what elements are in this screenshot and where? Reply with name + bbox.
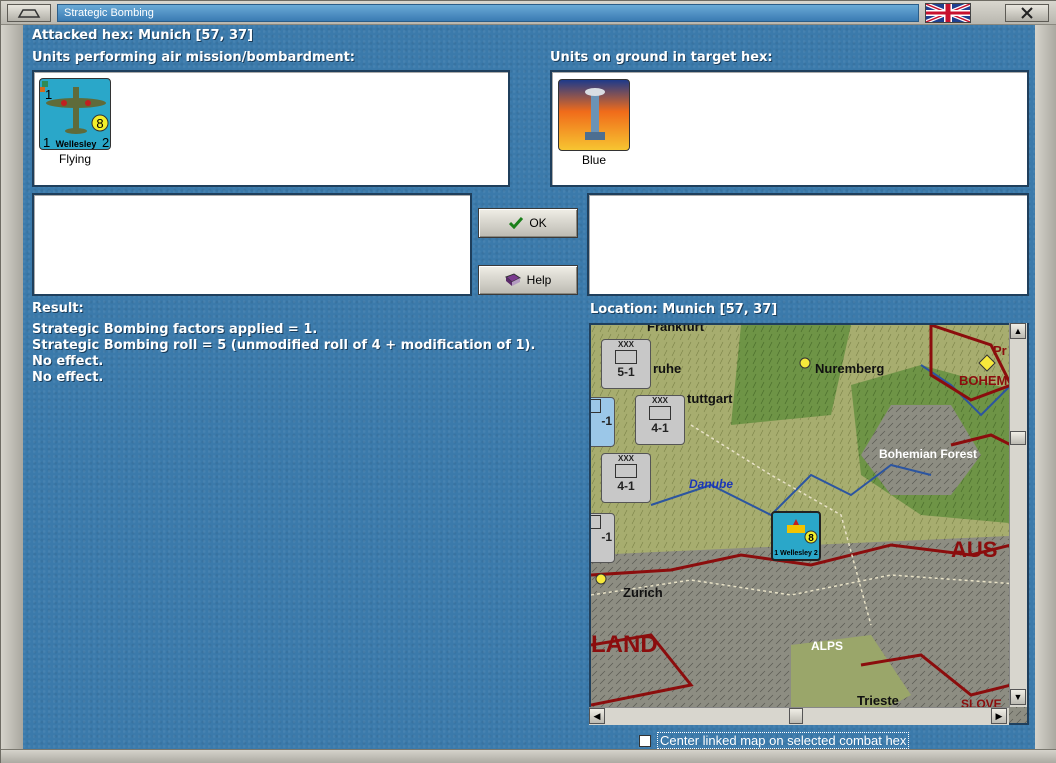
ground-target-counter[interactable] bbox=[558, 79, 630, 151]
infantry-icon bbox=[591, 515, 601, 529]
infantry-icon bbox=[591, 399, 601, 413]
map-counter-value: 4-1 bbox=[651, 421, 669, 435]
attacker-name: Wellesley bbox=[56, 139, 97, 149]
map-label-stuttgart: tuttgart bbox=[687, 391, 733, 406]
map-bomber-name: 1 Wellesley 2 bbox=[774, 550, 818, 557]
defender-unit-card[interactable]: Blue bbox=[558, 79, 630, 167]
close-icon bbox=[1021, 7, 1033, 19]
ok-button[interactable]: OK bbox=[478, 208, 578, 238]
attacker-status: Flying bbox=[58, 152, 91, 166]
dialog-content: Attacked hex: Munich [57, 37] Units perf… bbox=[23, 25, 1035, 749]
center-map-checkbox-label[interactable]: Center linked map on selected combat hex bbox=[657, 732, 910, 749]
map-unit-counter[interactable]: -1 bbox=[591, 513, 615, 563]
infantry-icon bbox=[615, 350, 637, 364]
map-counter-size: XXX bbox=[617, 340, 634, 349]
help-button-label: Help bbox=[526, 273, 552, 287]
map-counter-size: XXX bbox=[617, 454, 634, 463]
right-frame-strip bbox=[1035, 25, 1056, 749]
wellesley-counter[interactable]: 8 1 1 2 Wellesley bbox=[39, 78, 111, 150]
attackers-label: Units performing air mission/bombardment… bbox=[32, 50, 356, 65]
map-unit-counter[interactable]: -1 bbox=[591, 397, 615, 447]
scroll-right-button[interactable]: ▶ bbox=[991, 708, 1007, 724]
result-line: Strategic Bombing factors applied = 1. bbox=[32, 322, 318, 337]
map-vertical-scrollbar[interactable]: ▲ ▼ bbox=[1009, 323, 1027, 707]
help-book-icon bbox=[504, 273, 521, 286]
scroll-down-button[interactable]: ▼ bbox=[1010, 689, 1026, 705]
vertical-scroll-thumb[interactable] bbox=[1010, 431, 1026, 445]
map-label-alps: ALPS bbox=[811, 639, 844, 653]
map-label-zurich: Zurich bbox=[623, 585, 663, 600]
map-counter-value: -1 bbox=[601, 414, 612, 428]
window-frame: Strategic Bombing Attacked hex: Munich [… bbox=[0, 0, 1056, 763]
defender-caption: Blue bbox=[581, 153, 607, 167]
map-label-frankfurt: Frankfurt bbox=[647, 323, 705, 334]
map-horizontal-scrollbar[interactable]: ◀ ▶ bbox=[589, 707, 1009, 725]
window-title: Strategic Bombing bbox=[57, 4, 919, 22]
map-counter-value: 4-1 bbox=[617, 479, 635, 493]
attacker-top: 1 bbox=[45, 87, 52, 102]
left-frame-strip bbox=[1, 25, 23, 749]
attacker-unit-card[interactable]: 8 1 1 2 Wellesley Flying bbox=[39, 78, 111, 166]
map-bomber-counter[interactable]: 8 1 Wellesley 2 bbox=[771, 511, 821, 561]
title-bar[interactable]: Strategic Bombing bbox=[1, 1, 1056, 25]
defender-message-panel bbox=[587, 193, 1029, 296]
result-line: Strategic Bombing roll = 5 (unmodified r… bbox=[32, 338, 536, 353]
checkmark-icon bbox=[509, 217, 524, 229]
help-button[interactable]: Help bbox=[478, 265, 578, 295]
map-label-prague: Pr bbox=[993, 343, 1007, 358]
map-label-ruhe: ruhe bbox=[653, 361, 682, 376]
map-label-danube: Danube bbox=[689, 477, 734, 491]
map-counter-value: -1 bbox=[601, 530, 612, 544]
uk-flag-icon bbox=[925, 2, 971, 24]
location-label: Location: Munich [57, 37] bbox=[590, 302, 778, 317]
infantry-icon bbox=[649, 406, 671, 420]
bomber-aircraft-icon: 8 1 Wellesley 2 bbox=[774, 519, 818, 557]
defenders-panel: Blue bbox=[550, 70, 1029, 187]
attackers-panel: 8 1 1 2 Wellesley Flying bbox=[32, 70, 510, 187]
infantry-icon bbox=[615, 464, 637, 478]
attacker-strength: 8 bbox=[96, 116, 103, 131]
scroll-up-button[interactable]: ▲ bbox=[1010, 323, 1026, 339]
ok-button-label: OK bbox=[529, 216, 547, 230]
attacker-left: 1 bbox=[43, 135, 50, 150]
defenders-label: Units on ground in target hex: bbox=[550, 50, 773, 65]
bomber-aircraft-icon: 8 1 1 2 Wellesley bbox=[40, 81, 109, 150]
horizontal-scroll-thumb[interactable] bbox=[789, 708, 803, 724]
map-label-bohemia: BOHEM bbox=[959, 373, 1008, 388]
location-map[interactable]: Frankfurt ruhe tuttgart Nuremberg Bohemi… bbox=[589, 323, 1029, 725]
center-map-checkbox[interactable] bbox=[639, 734, 651, 747]
map-label-bohemian-forest: Bohemian Forest bbox=[879, 447, 978, 461]
close-button[interactable] bbox=[1005, 4, 1049, 22]
factory-icon bbox=[585, 88, 605, 140]
minimize-button[interactable] bbox=[7, 4, 51, 22]
result-line: No effect. bbox=[32, 370, 104, 385]
map-bomber-strength: 8 bbox=[808, 533, 814, 544]
map-label-nuremberg: Nuremberg bbox=[815, 361, 885, 376]
result-text: Strategic Bombing factors applied = 1. S… bbox=[32, 322, 535, 386]
result-label: Result: bbox=[32, 301, 84, 316]
bottom-frame-strip bbox=[1, 749, 1056, 763]
map-unit-counter[interactable]: XXX 4-1 bbox=[601, 453, 651, 503]
map-label-austria: AUS bbox=[951, 537, 998, 562]
map-unit-counter[interactable]: XXX 5-1 bbox=[601, 339, 651, 389]
attacker-message-panel bbox=[32, 193, 472, 296]
map-label-trieste: Trieste bbox=[857, 693, 899, 708]
minimize-icon bbox=[17, 9, 41, 18]
window-title-text: Strategic Bombing bbox=[64, 7, 154, 19]
map-label-switzerland: LAND bbox=[591, 631, 658, 658]
attacker-right: 2 bbox=[102, 135, 109, 150]
map-unit-counter[interactable]: XXX 4-1 bbox=[635, 395, 685, 445]
scroll-left-button[interactable]: ◀ bbox=[589, 708, 605, 724]
result-line: No effect. bbox=[32, 354, 104, 369]
map-counter-value: 5-1 bbox=[617, 365, 635, 379]
center-map-checkbox-row[interactable]: Center linked map on selected combat hex bbox=[639, 732, 910, 749]
attacked-hex-label: Attacked hex: Munich [57, 37] bbox=[32, 28, 254, 43]
map-counter-size: XXX bbox=[651, 396, 668, 405]
